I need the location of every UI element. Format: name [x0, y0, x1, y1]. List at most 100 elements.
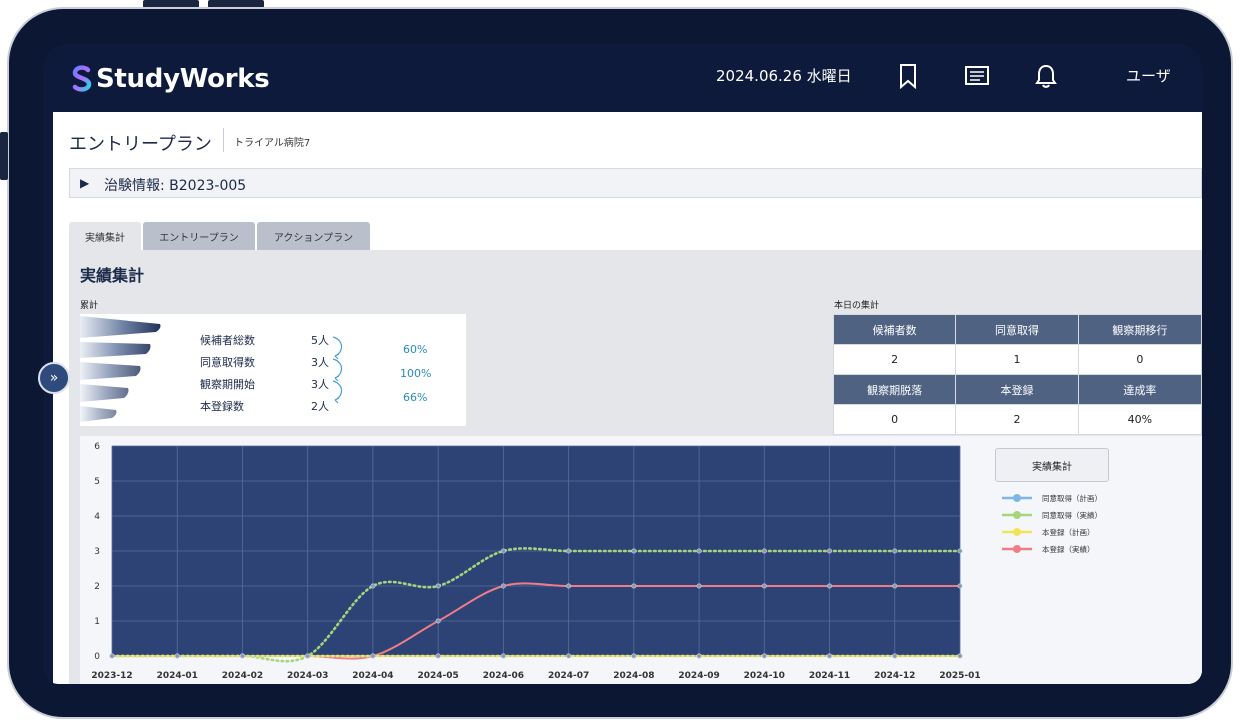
series-point-1 — [631, 548, 637, 554]
x-tick-label: 2024-06 — [483, 671, 524, 681]
series-point-1 — [500, 548, 506, 554]
series-point-1 — [827, 548, 833, 554]
tab-action-plan[interactable]: アクションプラン — [257, 222, 370, 250]
sidebar-expand-button[interactable]: » — [38, 362, 70, 394]
funnel-graphic — [80, 316, 161, 422]
tab-entry-plan[interactable]: エントリープラン — [143, 222, 255, 250]
x-tick-label: 2025-01 — [939, 671, 980, 681]
series-point-3 — [696, 583, 702, 589]
today-value-dropout: 0 — [832, 404, 957, 435]
section-title: 実績集計 — [80, 266, 145, 285]
current-date: 2024.06.26 水曜日 — [716, 67, 852, 85]
series-point-3 — [957, 583, 963, 589]
bookmark-icon[interactable] — [896, 63, 920, 89]
app-logo[interactable]: StudyWorks — [72, 64, 270, 94]
today-value-observation: 0 — [1077, 344, 1202, 375]
today-summary-table: 候補者数 同意取得 観察期移行 2 1 0 観察期脱落 本登録 達成率 0 2 — [832, 314, 1202, 435]
x-tick-label: 2024-11 — [809, 671, 850, 681]
tab-performance-summary[interactable]: 実績集計 — [69, 222, 141, 250]
tablet-screen: StudyWorks 2024.06.26 水曜日 ユーザ エントリープラン ト… — [44, 44, 1202, 684]
x-tick-label: 2024-01 — [157, 671, 198, 681]
conversion-rate-3: 66% — [403, 391, 428, 404]
conversion-rate-1: 60% — [403, 343, 428, 356]
conversion-arrows — [332, 336, 343, 404]
today-header-dropout: 観察期脱落 — [832, 374, 957, 405]
device-side-button — [0, 132, 8, 180]
logo-icon — [72, 65, 92, 92]
x-tick-label: 2023-12 — [91, 671, 132, 681]
series-point-1 — [892, 548, 898, 554]
funnel-label-observation: 観察期開始 — [200, 378, 255, 391]
title-divider — [223, 128, 224, 152]
user-menu[interactable]: ユーザ — [1126, 65, 1171, 86]
y-tick-label: 2 — [94, 582, 100, 592]
y-tick-label: 0 — [94, 652, 100, 662]
x-tick-label: 2024-10 — [744, 671, 785, 681]
today-value-achievement: 40% — [1077, 404, 1202, 435]
x-tick-label: 2024-07 — [548, 671, 589, 681]
y-tick-label: 3 — [94, 547, 100, 557]
x-tick-label: 2024-05 — [417, 671, 458, 681]
series-point-1 — [566, 548, 572, 554]
series-point-2 — [566, 653, 572, 659]
series-point-2 — [696, 653, 702, 659]
series-point-2 — [500, 653, 506, 659]
today-header-achievement: 達成率 — [1077, 374, 1202, 405]
series-point-2 — [957, 653, 963, 659]
cumulative-label: 累計 — [80, 301, 99, 311]
trial-info-accordion[interactable]: ▶ 治験情報: B2023-005 — [69, 168, 1202, 198]
legend-label: 同意取得（計画） — [1042, 493, 1102, 503]
today-header-observation: 観察期移行 — [1077, 314, 1202, 345]
legend-swatch-marker — [1013, 545, 1021, 553]
x-tick-label: 2024-04 — [352, 671, 393, 681]
series-point-1 — [957, 548, 963, 554]
trial-info-label: 治験情報: B2023-005 — [104, 178, 247, 194]
bell-icon[interactable] — [1034, 63, 1058, 89]
legend-swatch-marker — [1013, 528, 1021, 536]
series-point-1 — [761, 548, 767, 554]
today-header-registration: 本登録 — [955, 374, 1079, 405]
today-header-consent: 同意取得 — [955, 314, 1079, 345]
series-point-2 — [370, 653, 376, 659]
message-icon[interactable] — [964, 63, 990, 89]
x-tick-label: 2024-12 — [874, 671, 915, 681]
series-point-1 — [370, 583, 376, 589]
series-point-2 — [631, 653, 637, 659]
series-point-2 — [305, 653, 311, 659]
today-summary-label: 本日の集計 — [834, 301, 880, 311]
funnel-value-candidates: 5人 — [311, 334, 329, 347]
today-header-candidates: 候補者数 — [832, 314, 957, 345]
series-point-3 — [566, 583, 572, 589]
performance-summary-button[interactable]: 実績集計 — [995, 448, 1109, 482]
x-tick-label: 2024-02 — [222, 671, 263, 681]
series-point-2 — [435, 653, 441, 659]
today-value-consent: 1 — [955, 344, 1079, 375]
x-tick-label: 2024-09 — [678, 671, 719, 681]
funnel-value-consent: 3人 — [311, 356, 329, 369]
legend-label: 本登録（実績） — [1042, 544, 1095, 554]
funnel-value-registration: 2人 — [311, 400, 329, 413]
y-tick-label: 4 — [94, 512, 100, 522]
logo-text: StudyWorks — [96, 64, 270, 94]
legend-swatch-marker — [1013, 494, 1021, 502]
legend-swatch-marker — [1013, 511, 1021, 519]
summary-panel: 実績集計 累計 候補者総数 5人 同意取得数 3人 観察期開始 3人 本登録数 … — [69, 250, 1202, 684]
today-value-candidates: 2 — [832, 344, 957, 375]
y-tick-label: 5 — [94, 477, 100, 487]
cumulative-funnel-card: 候補者総数 5人 同意取得数 3人 観察期開始 3人 本登録数 2人 60% 1… — [80, 314, 466, 426]
main-content: エントリープラン トライアル病院7 ▶ 治験情報: B2023-005 実績集計… — [53, 112, 1202, 684]
x-tick-label: 2024-08 — [613, 671, 654, 681]
legend-label: 同意取得（実績） — [1042, 510, 1102, 520]
legend-label: 本登録（計画） — [1042, 527, 1095, 537]
series-point-2 — [761, 653, 767, 659]
series-point-2 — [892, 653, 898, 659]
top-navigation-bar: StudyWorks 2024.06.26 水曜日 ユーザ — [44, 44, 1202, 112]
expand-arrow-icon: ▶ — [80, 176, 90, 190]
series-point-2 — [239, 653, 245, 659]
series-point-2 — [174, 653, 180, 659]
series-point-2 — [109, 653, 115, 659]
funnel-label-registration: 本登録数 — [200, 400, 244, 413]
series-point-3 — [500, 583, 506, 589]
y-tick-label: 6 — [94, 442, 100, 452]
series-point-1 — [435, 583, 441, 589]
